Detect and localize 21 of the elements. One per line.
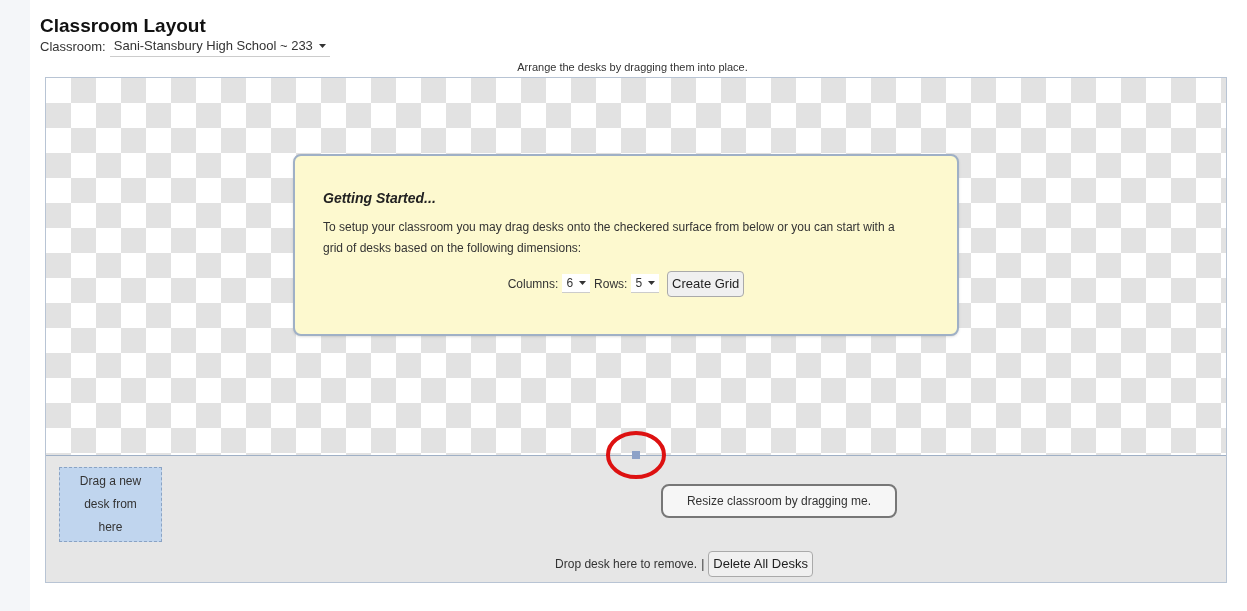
rows-label: Rows:	[594, 275, 628, 293]
rows-select[interactable]: 5	[631, 274, 660, 294]
new-desk-tile[interactable]: Drag a new desk from here	[59, 467, 162, 542]
dialog-title: Getting Started...	[323, 189, 437, 208]
columns-select[interactable]: 6	[562, 274, 591, 294]
resize-handle[interactable]	[632, 451, 640, 459]
separator: |	[701, 555, 705, 573]
highlight-circle	[605, 430, 667, 480]
delete-all-desks-button[interactable]: Delete All Desks	[708, 551, 813, 577]
caret-icon	[318, 43, 326, 48]
columns-label: Columns:	[507, 275, 559, 293]
page-title: Classroom Layout	[39, 16, 207, 36]
dialog-text: To setup your classroom you may drag desks onto the checkered surface from below or you can start with a grid of desks based on the following dimensions:	[323, 219, 896, 257]
create-grid-button[interactable]: Create Grid	[667, 271, 745, 297]
instruction-text: Arrange the desks by dragging them into place.	[517, 59, 748, 75]
drop-hint: Drop desk here to remove.	[555, 555, 698, 573]
classroom-label: Classroom:	[40, 37, 106, 56]
caret-icon	[579, 281, 587, 286]
caret-icon	[648, 281, 656, 286]
resize-tooltip: Resize classroom by dragging me.	[660, 484, 898, 518]
new-desk-label: Drag a new desk from here	[78, 473, 143, 536]
